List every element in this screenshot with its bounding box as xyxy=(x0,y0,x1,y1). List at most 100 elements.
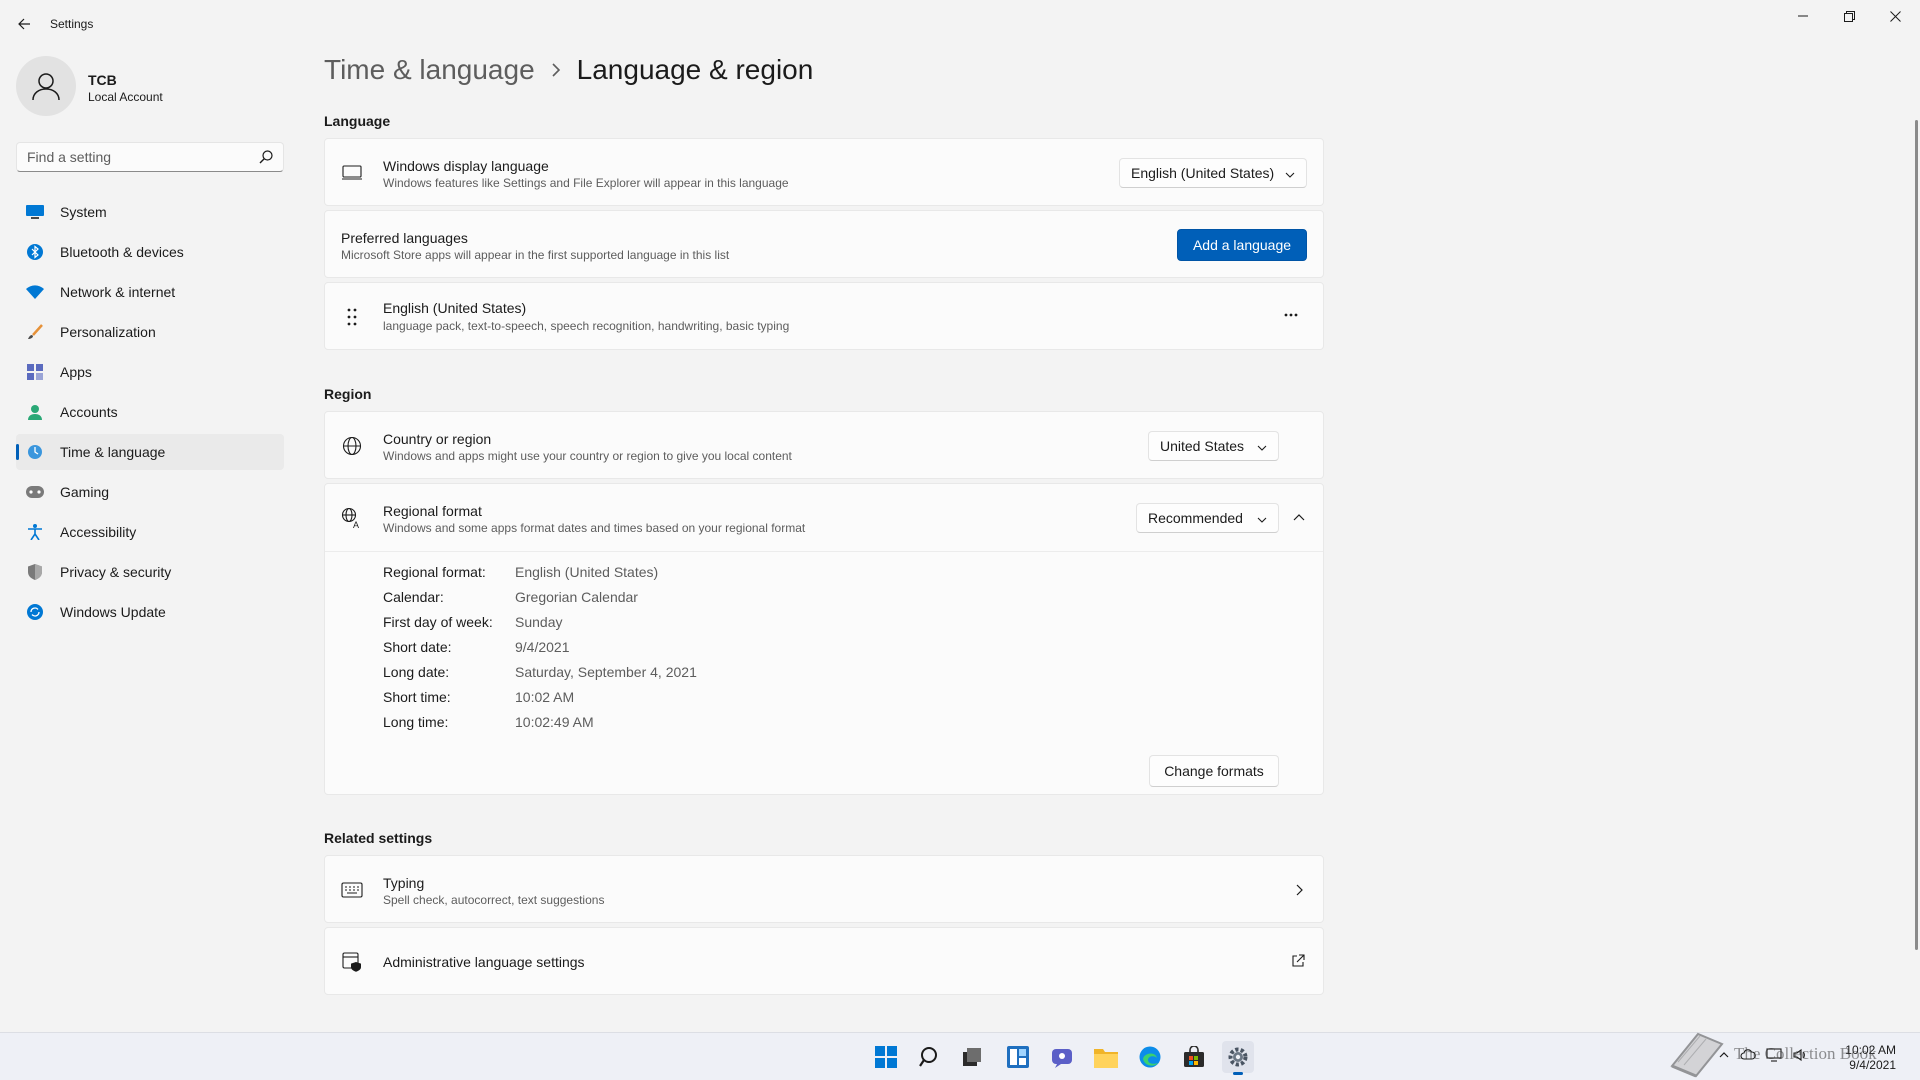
display-language-select[interactable]: English (United States) xyxy=(1119,158,1307,188)
region-section-title: Region xyxy=(324,386,372,402)
user-name: TCB xyxy=(88,72,117,88)
file-explorer-icon[interactable] xyxy=(1090,1041,1122,1073)
sidebar-item-label: Windows Update xyxy=(60,604,166,620)
format-row-calendar: Calendar: Gregorian Calendar xyxy=(383,589,638,609)
sidebar-item-apps[interactable]: Apps xyxy=(16,354,284,390)
network-icon[interactable] xyxy=(1766,1047,1782,1068)
monitor-icon xyxy=(341,162,363,184)
regional-format-select[interactable]: Recommended xyxy=(1136,503,1279,533)
format-row-first-day: First day of week: Sunday xyxy=(383,614,562,634)
search-icon[interactable] xyxy=(259,150,273,164)
format-key: Regional format: xyxy=(383,564,486,580)
chevron-up-icon[interactable] xyxy=(1291,510,1307,526)
regional-format-value: Recommended xyxy=(1148,510,1243,526)
divider xyxy=(325,551,1323,552)
preferred-languages-desc: Microsoft Store apps will appear in the … xyxy=(341,248,730,262)
format-value: Sunday xyxy=(515,614,563,630)
volume-icon[interactable] xyxy=(1792,1047,1808,1068)
sidebar-item-system[interactable]: System xyxy=(16,194,284,230)
add-language-button[interactable]: Add a language xyxy=(1177,229,1307,261)
taskbar: 10:02 AM 9/4/2021 xyxy=(0,1032,1920,1080)
display-language-title: Windows display language xyxy=(383,158,549,174)
avatar xyxy=(16,56,76,116)
settings-gear-icon[interactable] xyxy=(1222,1041,1254,1075)
edge-icon[interactable] xyxy=(1134,1041,1166,1073)
country-region-title: Country or region xyxy=(383,431,492,447)
sidebar-item-personalization[interactable]: Personalization xyxy=(16,314,284,350)
search-input[interactable] xyxy=(17,143,237,171)
sidebar-item-windows-update[interactable]: Windows Update xyxy=(16,594,284,630)
title-bar: Settings xyxy=(0,0,1920,48)
cloud-icon[interactable] xyxy=(1740,1047,1756,1068)
admin-language-card[interactable]: Administrative language settings xyxy=(324,927,1324,995)
related-settings-title: Related settings xyxy=(324,830,433,846)
typing-title: Typing xyxy=(383,875,425,891)
sidebar-item-label: Time & language xyxy=(60,444,166,460)
external-link-icon xyxy=(1291,954,1307,970)
search-icon[interactable] xyxy=(914,1041,946,1073)
country-select[interactable]: United States xyxy=(1148,431,1279,461)
keyboard-icon xyxy=(341,879,363,901)
minimize-button[interactable] xyxy=(1780,0,1826,32)
more-options-icon[interactable] xyxy=(1279,307,1303,323)
shield-icon xyxy=(26,563,44,581)
format-row-long-date: Long date: Saturday, September 4, 2021 xyxy=(383,664,697,684)
sidebar-item-time-language[interactable]: Time & language xyxy=(16,434,284,470)
start-icon[interactable] xyxy=(870,1041,902,1073)
regional-format-card: A Regional format Windows and some apps … xyxy=(324,483,1324,795)
globe-icon xyxy=(341,435,363,457)
format-value: Saturday, September 4, 2021 xyxy=(515,664,697,680)
chat-icon[interactable] xyxy=(1046,1041,1078,1073)
country-region-card: Country or region Windows and apps might… xyxy=(324,411,1324,479)
format-value: 9/4/2021 xyxy=(515,639,570,655)
accessibility-icon xyxy=(26,523,44,541)
chevron-down-icon xyxy=(1284,168,1296,180)
breadcrumb-parent[interactable]: Time & language xyxy=(324,54,535,86)
restore-button[interactable] xyxy=(1826,0,1872,32)
typing-card[interactable]: Typing Spell check, autocorrect, text su… xyxy=(324,855,1324,923)
sidebar-item-accessibility[interactable]: Accessibility xyxy=(16,514,284,550)
drag-handle-icon[interactable] xyxy=(341,306,363,328)
format-key: Long time: xyxy=(383,714,449,730)
sidebar-item-bluetooth[interactable]: Bluetooth & devices xyxy=(16,234,284,270)
preferred-languages-card: Preferred languages Microsoft Store apps… xyxy=(324,210,1324,278)
apps-icon xyxy=(26,363,44,381)
clock[interactable]: 10:02 AM 9/4/2021 xyxy=(1845,1043,1896,1073)
sidebar-nav: System Bluetooth & devices Network & int… xyxy=(16,194,284,634)
back-arrow-icon[interactable] xyxy=(12,12,36,36)
country-value: United States xyxy=(1160,438,1245,454)
globe-clock-icon xyxy=(26,443,44,461)
user-profile[interactable]: TCB Local Account xyxy=(16,56,286,120)
chevron-down-icon xyxy=(1256,441,1268,453)
sidebar-item-label: Apps xyxy=(60,364,92,380)
sidebar-item-gaming[interactable]: Gaming xyxy=(16,474,284,510)
widgets-icon[interactable] xyxy=(1002,1041,1034,1073)
search-box[interactable] xyxy=(16,142,284,172)
regional-format-icon: A xyxy=(341,507,363,529)
regional-format-desc: Windows and some apps format dates and t… xyxy=(383,521,806,535)
clock-date: 9/4/2021 xyxy=(1849,1058,1896,1072)
sidebar-item-label: Network & internet xyxy=(60,284,176,300)
language-list-item[interactable]: English (United States) language pack, t… xyxy=(324,282,1324,350)
close-button[interactable] xyxy=(1872,0,1918,32)
format-row-long-time: Long time: 10:02:49 AM xyxy=(383,714,594,734)
scrollbar[interactable] xyxy=(1915,120,1918,950)
admin-language-title: Administrative language settings xyxy=(383,954,585,970)
sidebar-item-label: Gaming xyxy=(60,484,110,500)
change-formats-button[interactable]: Change formats xyxy=(1149,755,1279,787)
language-section-title: Language xyxy=(324,113,391,129)
format-key: Calendar: xyxy=(383,589,444,605)
format-key: Short date: xyxy=(383,639,452,655)
person-icon xyxy=(26,403,44,421)
gamepad-icon xyxy=(26,483,44,501)
sidebar-item-network[interactable]: Network & internet xyxy=(16,274,284,310)
sidebar-item-privacy[interactable]: Privacy & security xyxy=(16,554,284,590)
sidebar-item-label: Privacy & security xyxy=(60,564,172,580)
sidebar-item-label: System xyxy=(60,204,107,220)
sidebar-item-accounts[interactable]: Accounts xyxy=(16,394,284,430)
store-icon[interactable] xyxy=(1178,1041,1210,1073)
task-view-icon[interactable] xyxy=(956,1041,988,1073)
chevron-up-icon[interactable] xyxy=(1718,1047,1730,1068)
bluetooth-icon xyxy=(26,243,44,261)
typing-desc: Spell check, autocorrect, text suggestio… xyxy=(383,893,605,907)
